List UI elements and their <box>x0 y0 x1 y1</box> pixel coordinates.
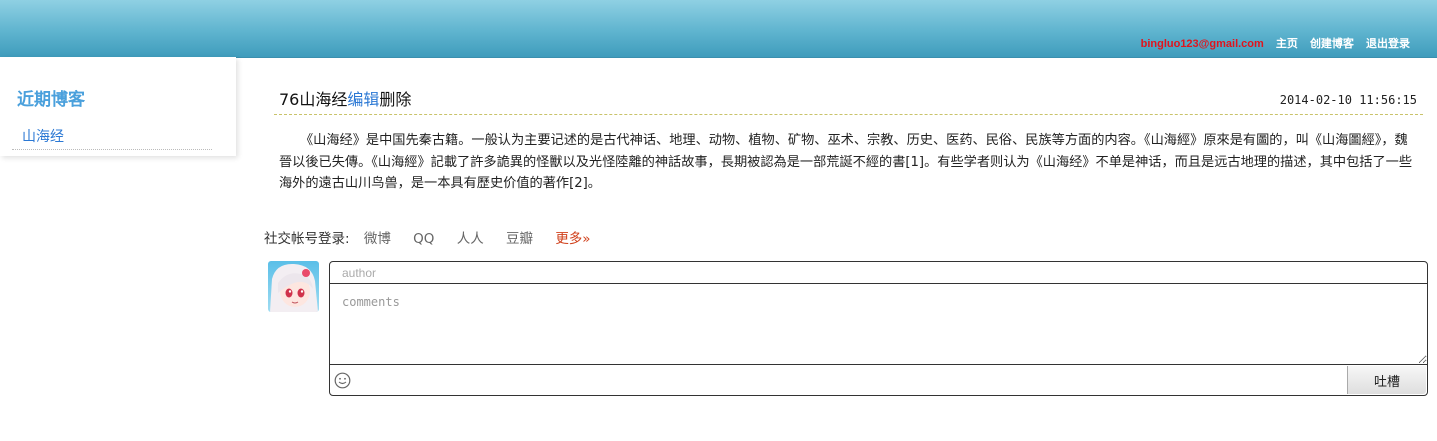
post-title-text: 76山海经 <box>279 90 348 109</box>
social-login: 社交帐号登录: 微博 QQ 人人 豆瓣 更多» <box>264 227 591 247</box>
top-nav: bingluo123@gmail.com 主页 创建博客 退出登录 <box>1141 35 1410 51</box>
user-email-link[interactable]: bingluo123@gmail.com <box>1141 38 1264 50</box>
post-body: 《山海经》是中国先秦古籍。一般认为主要记述的是古代神话、地理、动物、植物、矿物、… <box>279 133 1413 191</box>
post-date: 2014-02-10 11:56:15 <box>1279 93 1417 107</box>
smiley-icon[interactable] <box>334 372 351 389</box>
comments-input[interactable] <box>330 285 1427 365</box>
social-more-link[interactable]: 更多» <box>555 231 590 247</box>
submit-comment-button[interactable]: 吐槽 <box>1347 366 1426 394</box>
social-login-label: 社交帐号登录: <box>264 231 350 247</box>
social-renren-link[interactable]: 人人 <box>457 231 484 247</box>
nav-home-link[interactable]: 主页 <box>1276 38 1298 50</box>
sidebar-item-shanhaijing[interactable]: 山海经 <box>12 123 212 150</box>
delete-link[interactable]: 删除 <box>379 90 411 109</box>
nav-create-blog-link[interactable]: 创建博客 <box>1310 38 1354 50</box>
comment-form: 吐槽 <box>329 261 1428 396</box>
social-weibo-link[interactable]: 微博 <box>364 231 391 247</box>
nav-logout-link[interactable]: 退出登录 <box>1366 38 1410 50</box>
top-header: bingluo123@gmail.com 主页 创建博客 退出登录 <box>0 0 1437 58</box>
author-input[interactable] <box>330 262 1427 284</box>
sidebar-item-label[interactable]: 山海经 <box>22 126 64 146</box>
sidebar: 近期博客 山海经 <box>0 57 236 156</box>
social-qq-link[interactable]: QQ <box>413 231 434 247</box>
sidebar-title: 近期博客 <box>17 90 85 110</box>
social-douban-link[interactable]: 豆瓣 <box>506 231 533 247</box>
post-title: 76山海经编辑删除 <box>279 86 411 110</box>
avatar <box>268 261 319 312</box>
title-divider <box>274 114 1423 115</box>
edit-link[interactable]: 编辑 <box>347 90 379 109</box>
